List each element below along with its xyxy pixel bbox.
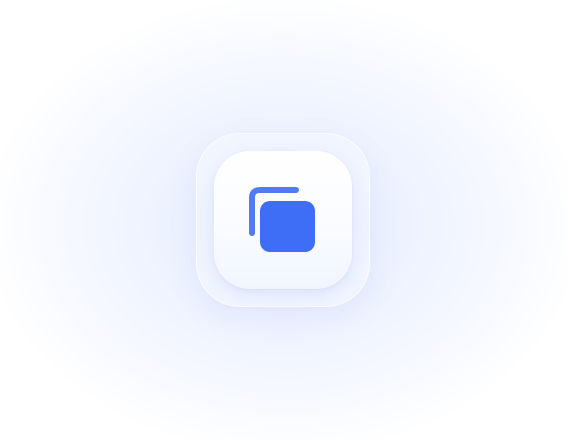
copy-icon-front-square — [260, 201, 315, 252]
copy-icon — [242, 184, 322, 256]
